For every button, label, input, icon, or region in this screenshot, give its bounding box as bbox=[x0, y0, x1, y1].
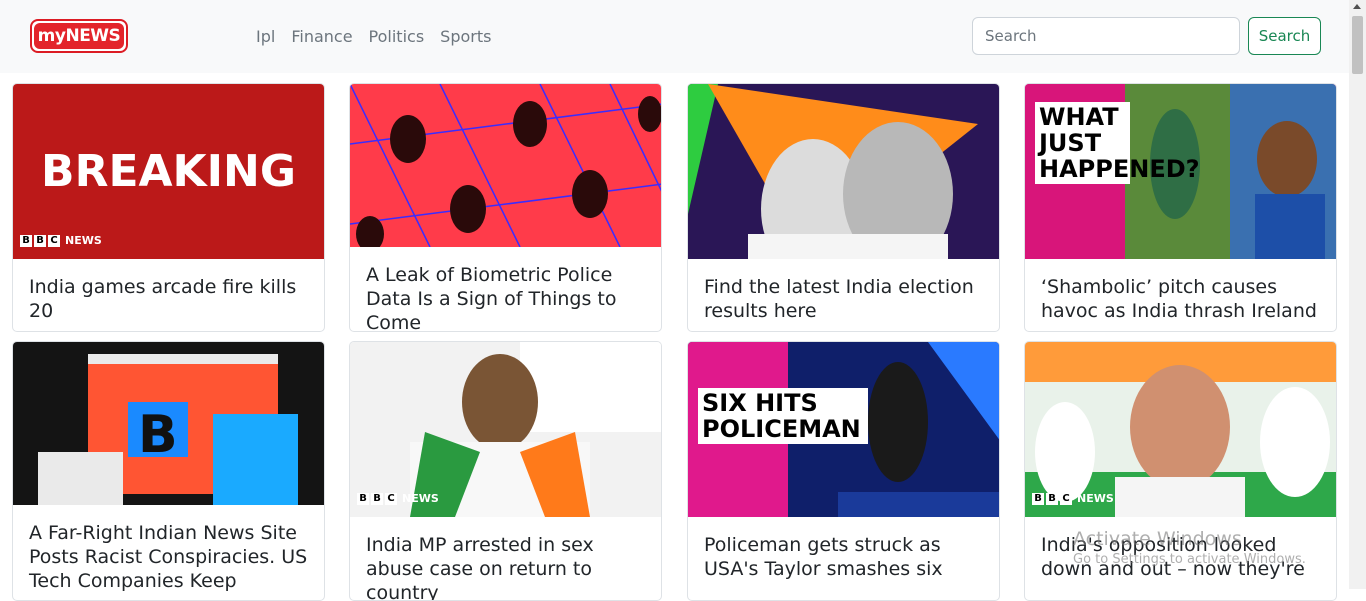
card-title[interactable]: A Leak of Biometric Police Data Is a Sig… bbox=[350, 247, 661, 331]
opposition-leader-illustration bbox=[1025, 342, 1336, 517]
card-image[interactable]: SIX HITS POLICEMAN bbox=[688, 342, 999, 517]
card-image[interactable]: B B C NEWS bbox=[350, 342, 661, 517]
brand-logo[interactable]: myNEWS bbox=[30, 19, 128, 53]
card-title[interactable]: India games arcade fire kills 20 bbox=[13, 259, 324, 323]
navbar: myNEWS Ipl Finance Politics Sports Searc… bbox=[0, 0, 1349, 73]
news-card[interactable]: SIX HITS POLICEMAN Policeman gets struck… bbox=[687, 341, 1000, 601]
mp-photo-illustration bbox=[410, 342, 661, 517]
six-hits-image-text: SIX HITS POLICEMAN bbox=[698, 388, 868, 444]
card-title[interactable]: ‘Shambolic’ pitch causes havoc as India … bbox=[1025, 259, 1336, 323]
what-happened-image-text: WHAT JUST HAPPENED? bbox=[1035, 102, 1200, 184]
bbc-news-logo: B B C NEWS bbox=[20, 234, 102, 247]
card-image[interactable] bbox=[350, 84, 661, 247]
brand-logo-text: myNEWS bbox=[34, 23, 124, 49]
nav-link-finance[interactable]: Finance bbox=[291, 27, 352, 46]
news-card[interactable]: A Leak of Biometric Police Data Is a Sig… bbox=[349, 83, 662, 332]
svg-text:B: B bbox=[138, 405, 178, 465]
card-title[interactable]: A Far-Right Indian News Site Posts Racis… bbox=[13, 505, 324, 593]
activate-windows-subtext: Go to Settings to activate Windows. bbox=[1073, 552, 1306, 567]
search-button[interactable]: Search bbox=[1248, 17, 1321, 55]
nav-link-sports[interactable]: Sports bbox=[440, 27, 491, 46]
fingerprint-illustration bbox=[350, 84, 661, 247]
card-title[interactable]: Policeman gets struck as USA's Taylor sm… bbox=[688, 517, 999, 581]
news-card[interactable]: B B C NEWS India MP arrested in sex abuse c… bbox=[349, 341, 662, 601]
election-illustration bbox=[688, 84, 978, 259]
card-image[interactable]: B bbox=[13, 342, 324, 505]
breaking-image-text: BREAKING bbox=[41, 146, 296, 197]
scrollbar[interactable] bbox=[1349, 0, 1366, 589]
search-input[interactable] bbox=[972, 17, 1240, 55]
nav-links: Ipl Finance Politics Sports bbox=[256, 27, 491, 46]
activate-windows-watermark: Activate Windows bbox=[1073, 528, 1242, 550]
news-card[interactable]: Find the latest India election results h… bbox=[687, 83, 1000, 332]
card-image[interactable]: WHAT JUST HAPPENED? bbox=[1025, 84, 1336, 259]
card-title[interactable]: Find the latest India election results h… bbox=[688, 259, 999, 323]
card-image[interactable]: B B C NEWS bbox=[1025, 342, 1336, 517]
card-title[interactable]: India MP arrested in sex abuse case on r… bbox=[350, 517, 661, 600]
news-card[interactable]: B A Far-Right Indian News Site Posts Rac… bbox=[12, 341, 325, 601]
card-image[interactable]: BREAKING B B C NEWS bbox=[13, 84, 324, 259]
card-image[interactable] bbox=[688, 84, 999, 259]
nav-link-politics[interactable]: Politics bbox=[369, 27, 425, 46]
news-card[interactable]: BREAKING B B C NEWS India games arcade fire… bbox=[12, 83, 325, 332]
news-card[interactable]: WHAT JUST HAPPENED? ‘Shambolic’ pitch ca… bbox=[1024, 83, 1337, 332]
news-site-illustration: B bbox=[38, 354, 298, 505]
scroll-up-arrow-icon[interactable] bbox=[1353, 4, 1361, 9]
nav-link-ipl[interactable]: Ipl bbox=[256, 27, 275, 46]
bbc-news-logo: B B C NEWS bbox=[1032, 492, 1114, 505]
bbc-news-logo: B B C NEWS bbox=[357, 492, 439, 505]
scroll-thumb[interactable] bbox=[1352, 16, 1363, 74]
